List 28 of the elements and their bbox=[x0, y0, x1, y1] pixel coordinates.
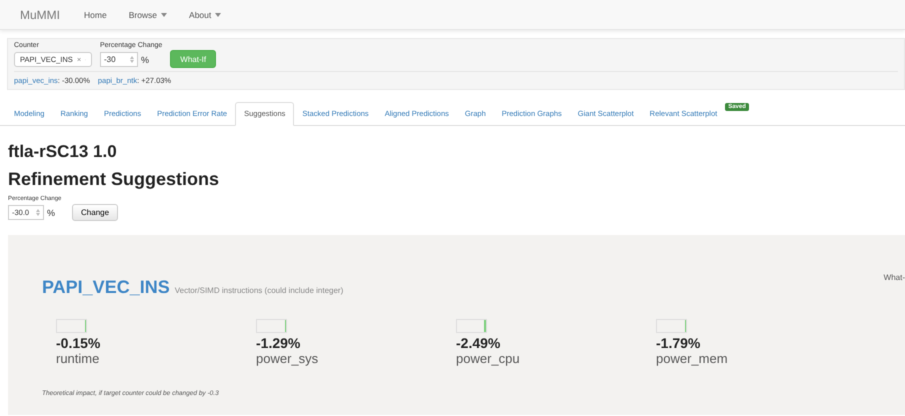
counter-name: PAPI_VEC_INS bbox=[42, 277, 170, 298]
unit-label: % bbox=[141, 54, 150, 64]
side-text: What- bbox=[884, 273, 905, 282]
section-heading: Refinement Suggestions bbox=[8, 169, 220, 190]
metric-name: power_cpu bbox=[456, 351, 521, 366]
metric-name: power_sys bbox=[256, 351, 320, 366]
impact-meter bbox=[256, 319, 287, 333]
spinner-icon bbox=[36, 209, 40, 216]
page-title: ftla-rSC13 1.0 bbox=[8, 142, 118, 162]
change-button[interactable]: Change bbox=[72, 204, 118, 221]
impact-meter bbox=[656, 319, 687, 333]
what-if-button[interactable]: What-If bbox=[170, 50, 216, 68]
nav-link[interactable]: About bbox=[189, 10, 222, 20]
brand-link[interactable]: MuMMI bbox=[20, 8, 60, 22]
unit-label: % bbox=[47, 208, 56, 218]
counter-description: Vector/SIMD instructions (could include integer) bbox=[174, 286, 344, 295]
metric-name: runtime bbox=[56, 351, 100, 366]
nav-link[interactable]: Browse bbox=[128, 10, 168, 20]
metric-value: -1.79% bbox=[656, 335, 702, 351]
impact-meter bbox=[456, 319, 487, 333]
number-field[interactable]: -30 bbox=[100, 52, 138, 67]
metric-value: -0.15% bbox=[56, 335, 102, 351]
metric-value: -2.49% bbox=[456, 335, 502, 351]
metric-value: -1.29% bbox=[256, 335, 302, 351]
spinner-icon bbox=[130, 56, 134, 63]
metric-name: power_mem bbox=[656, 351, 729, 366]
nav-link[interactable]: Home bbox=[84, 10, 107, 20]
impact-meter bbox=[56, 319, 87, 333]
